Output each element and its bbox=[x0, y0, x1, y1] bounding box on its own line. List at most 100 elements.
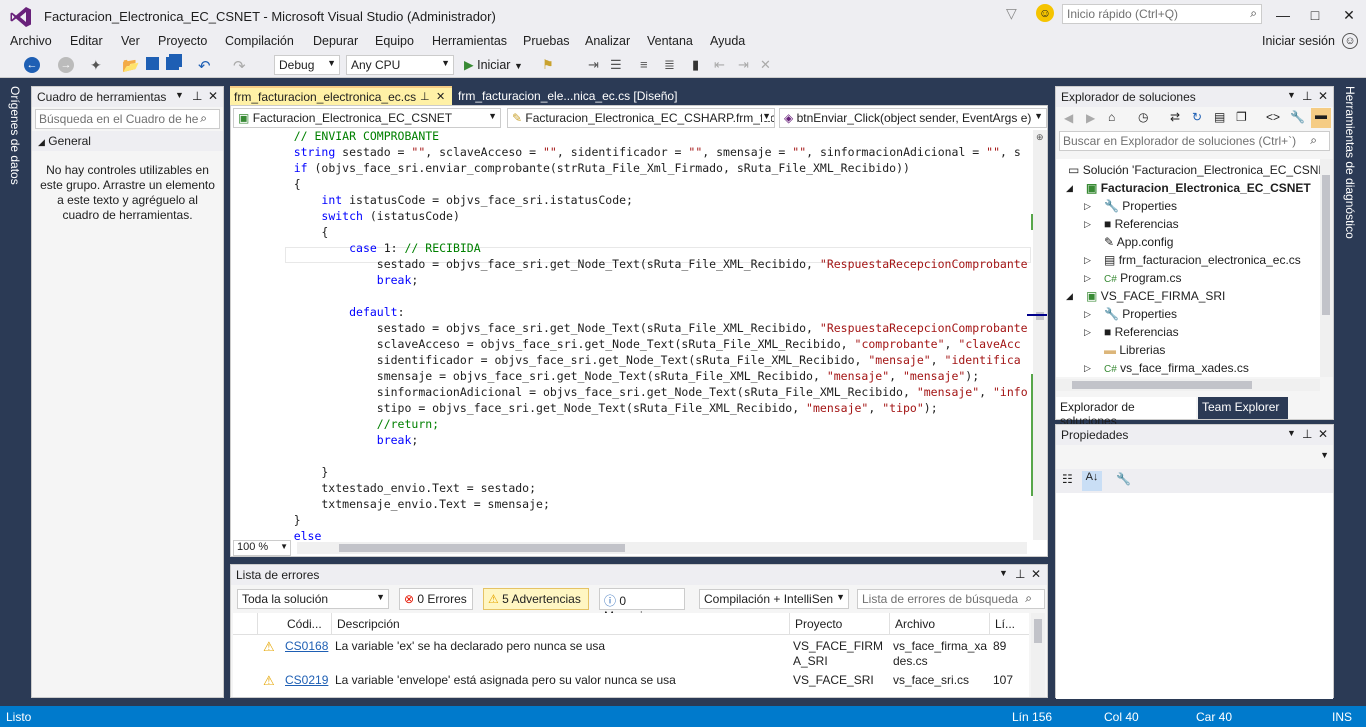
close-button[interactable]: ✕ bbox=[1334, 4, 1364, 26]
col-description[interactable]: Descripción bbox=[337, 617, 400, 631]
show-all-files-icon[interactable]: ❐ bbox=[1236, 110, 1247, 124]
toolbox-group-general[interactable]: ◢ General bbox=[32, 131, 223, 151]
collapse-triangle-icon[interactable]: ◢ bbox=[1066, 183, 1073, 194]
chevron-down-icon[interactable]: ▼ bbox=[175, 90, 184, 100]
bookmark-icon[interactable]: ▮ bbox=[692, 57, 708, 73]
platform-select[interactable]: Any CPU ▼ bbox=[346, 55, 454, 75]
messages-filter-button[interactable]: ⓘ 0 Mensajes bbox=[599, 588, 685, 623]
pin-icon[interactable]: ⊥ bbox=[420, 90, 430, 103]
tree-vertical-scrollbar[interactable] bbox=[1320, 159, 1333, 377]
collapse-all-icon[interactable]: ▤ bbox=[1214, 110, 1225, 124]
col-line[interactable]: Lí... bbox=[995, 617, 1015, 631]
refresh-icon[interactable]: ↻ bbox=[1192, 110, 1202, 124]
collapse-triangle-icon[interactable]: ◢ bbox=[1066, 291, 1073, 302]
tree-item-librerias[interactable]: ▬ Librerias bbox=[1104, 343, 1165, 357]
tree-item-project-2[interactable]: ▣ VS_FACE_FIRMA_SRI bbox=[1086, 289, 1225, 303]
uncomment-icon[interactable]: ≣ bbox=[664, 57, 680, 73]
menu-equipo[interactable]: Equipo bbox=[375, 34, 414, 48]
pin-icon[interactable]: ⊥ bbox=[192, 89, 202, 103]
scrollbar-thumb[interactable] bbox=[1072, 381, 1252, 389]
col-file[interactable]: Archivo bbox=[895, 617, 935, 631]
zoom-select[interactable]: 100 % ▼ bbox=[233, 540, 291, 556]
menu-ventana[interactable]: Ventana bbox=[647, 34, 693, 48]
properties-object-select[interactable]: ▼ bbox=[1056, 447, 1333, 467]
alphabetical-icon[interactable]: A↓ bbox=[1082, 471, 1102, 491]
menu-proyecto[interactable]: Proyecto bbox=[158, 34, 207, 48]
solution-search-input[interactable]: Buscar en Explorador de soluciones (Ctrl… bbox=[1059, 131, 1330, 151]
account-icon[interactable]: ☺ bbox=[1342, 33, 1358, 49]
error-list-scrollbar[interactable] bbox=[1031, 613, 1045, 697]
preview-icon[interactable]: ▬ bbox=[1311, 108, 1331, 128]
categorized-icon[interactable]: ☷ bbox=[1062, 472, 1073, 486]
code-editor[interactable]: ▣ Facturacion_Electronica_EC_CSNET ▼ ✎ Fa… bbox=[230, 105, 1048, 557]
next-bookmark-icon[interactable]: ⇥ bbox=[738, 57, 754, 73]
tree-item-solution[interactable]: ▭ Solución 'Facturacion_Electronica_EC_C… bbox=[1068, 163, 1320, 177]
pin-icon[interactable]: ⊥ bbox=[1015, 567, 1025, 581]
tree-horizontal-scrollbar[interactable] bbox=[1056, 379, 1320, 391]
start-button[interactable]: ▶ Iniciar ▼ bbox=[464, 57, 523, 72]
tree-item-references[interactable]: ■ Referencias bbox=[1104, 217, 1179, 231]
tab-code-file[interactable]: frm_facturacion_electronica_ec.cs ⊥ ✕ bbox=[230, 86, 452, 106]
editor-horizontal-scrollbar[interactable] bbox=[297, 542, 1027, 554]
split-icon[interactable]: ⊕ bbox=[1036, 132, 1044, 143]
forward-icon[interactable]: ▶ bbox=[1086, 111, 1095, 125]
wrench-icon[interactable]: 🔧 bbox=[1116, 472, 1131, 486]
expand-triangle-icon[interactable]: ▷ bbox=[1084, 273, 1091, 284]
error-search-input[interactable]: Lista de errores de búsqueda ⌕ bbox=[857, 589, 1045, 609]
tree-item-program[interactable]: C# Program.cs bbox=[1104, 271, 1182, 285]
menu-herramientas[interactable]: Herramientas bbox=[432, 34, 507, 48]
properties-icon[interactable]: 🔧 bbox=[1290, 110, 1305, 124]
tree-item-project[interactable]: ▣ Facturacion_Electronica_EC_CSNET bbox=[1086, 181, 1311, 195]
tree-item-properties-2[interactable]: 🔧 Properties bbox=[1104, 307, 1177, 321]
tree-item-references-2[interactable]: ■ Referencias bbox=[1104, 325, 1179, 339]
error-code-link[interactable]: CS0168 bbox=[285, 639, 328, 653]
chevron-down-icon[interactable]: ▼ bbox=[1287, 90, 1296, 100]
step-icon[interactable]: ⇥ bbox=[588, 57, 604, 73]
prev-bookmark-icon[interactable]: ⇤ bbox=[714, 57, 730, 73]
close-icon[interactable]: ✕ bbox=[1318, 427, 1328, 441]
table-row[interactable]: ⚠ CS0168 La variable 'ex' se ha declarad… bbox=[233, 635, 1029, 669]
undo-icon[interactable]: ↶ bbox=[198, 57, 214, 75]
tab-solution-explorer[interactable]: Explorador de soluciones bbox=[1056, 397, 1196, 428]
scrollbar-thumb[interactable] bbox=[339, 544, 625, 552]
back-icon[interactable]: ← bbox=[24, 57, 40, 73]
expand-triangle-icon[interactable]: ▷ bbox=[1084, 219, 1091, 230]
sync-icon[interactable]: ⇄ bbox=[1170, 110, 1180, 124]
editor-vertical-scrollbar[interactable]: ⊕ bbox=[1027, 130, 1047, 540]
back-icon[interactable]: ◀ bbox=[1064, 111, 1073, 125]
close-icon[interactable]: ✕ bbox=[1318, 89, 1328, 103]
scrollbar-thumb[interactable] bbox=[1322, 175, 1330, 315]
clear-bookmarks-icon[interactable]: ✕ bbox=[760, 57, 776, 73]
chevron-down-icon[interactable]: ▼ bbox=[999, 568, 1008, 578]
redo-icon[interactable]: ↷ bbox=[233, 57, 249, 75]
tree-item-form[interactable]: ▤ frm_facturacion_electronica_ec.cs bbox=[1104, 253, 1301, 267]
tree-item-properties[interactable]: 🔧 Properties bbox=[1104, 199, 1177, 213]
signin-link[interactable]: Iniciar sesión bbox=[1262, 34, 1335, 48]
open-file-icon[interactable]: 📂 bbox=[122, 57, 139, 73]
toolbox-search-input[interactable]: Búsqueda en el Cuadro de he ⌕ bbox=[35, 109, 220, 129]
nav-project-select[interactable]: ▣ Facturacion_Electronica_EC_CSNET ▼ bbox=[233, 108, 501, 128]
forward-icon[interactable]: → bbox=[58, 57, 74, 73]
history-icon[interactable]: ◷ bbox=[1138, 110, 1148, 124]
col-project[interactable]: Proyecto bbox=[795, 617, 842, 631]
solution-tree[interactable]: ▭ Solución 'Facturacion_Electronica_EC_C… bbox=[1056, 159, 1320, 377]
close-icon[interactable]: ✕ bbox=[1031, 567, 1041, 581]
menu-pruebas[interactable]: Pruebas bbox=[523, 34, 570, 48]
filter-icon[interactable]: ▽ bbox=[1006, 5, 1017, 22]
minimize-button[interactable]: — bbox=[1268, 4, 1298, 26]
pin-icon[interactable]: ⊥ bbox=[1302, 89, 1312, 103]
view-code-icon[interactable]: <> bbox=[1266, 110, 1280, 124]
scrollbar-thumb[interactable] bbox=[1034, 619, 1042, 643]
table-row[interactable]: ⚠ CS0219 La variable 'envelope' está asi… bbox=[233, 669, 1029, 691]
tab-designer[interactable]: frm_facturacion_ele...nica_ec.cs [Diseño… bbox=[454, 86, 694, 106]
save-all-icon[interactable] bbox=[166, 57, 179, 70]
menu-ver[interactable]: Ver bbox=[121, 34, 140, 48]
menu-archivo[interactable]: Archivo bbox=[10, 34, 52, 48]
errors-filter-button[interactable]: ⊗ 0 Errores bbox=[399, 588, 473, 610]
code-area[interactable]: // ENVIAR COMPROBANTE string sestado = "… bbox=[231, 130, 1031, 540]
expand-triangle-icon[interactable]: ▷ bbox=[1084, 327, 1091, 338]
warnings-filter-button[interactable]: ⚠ 5 Advertencias bbox=[483, 588, 589, 610]
menu-compilacion[interactable]: Compilación bbox=[225, 34, 294, 48]
comment-icon[interactable]: ≡ bbox=[640, 57, 656, 73]
menu-editar[interactable]: Editar bbox=[70, 34, 103, 48]
